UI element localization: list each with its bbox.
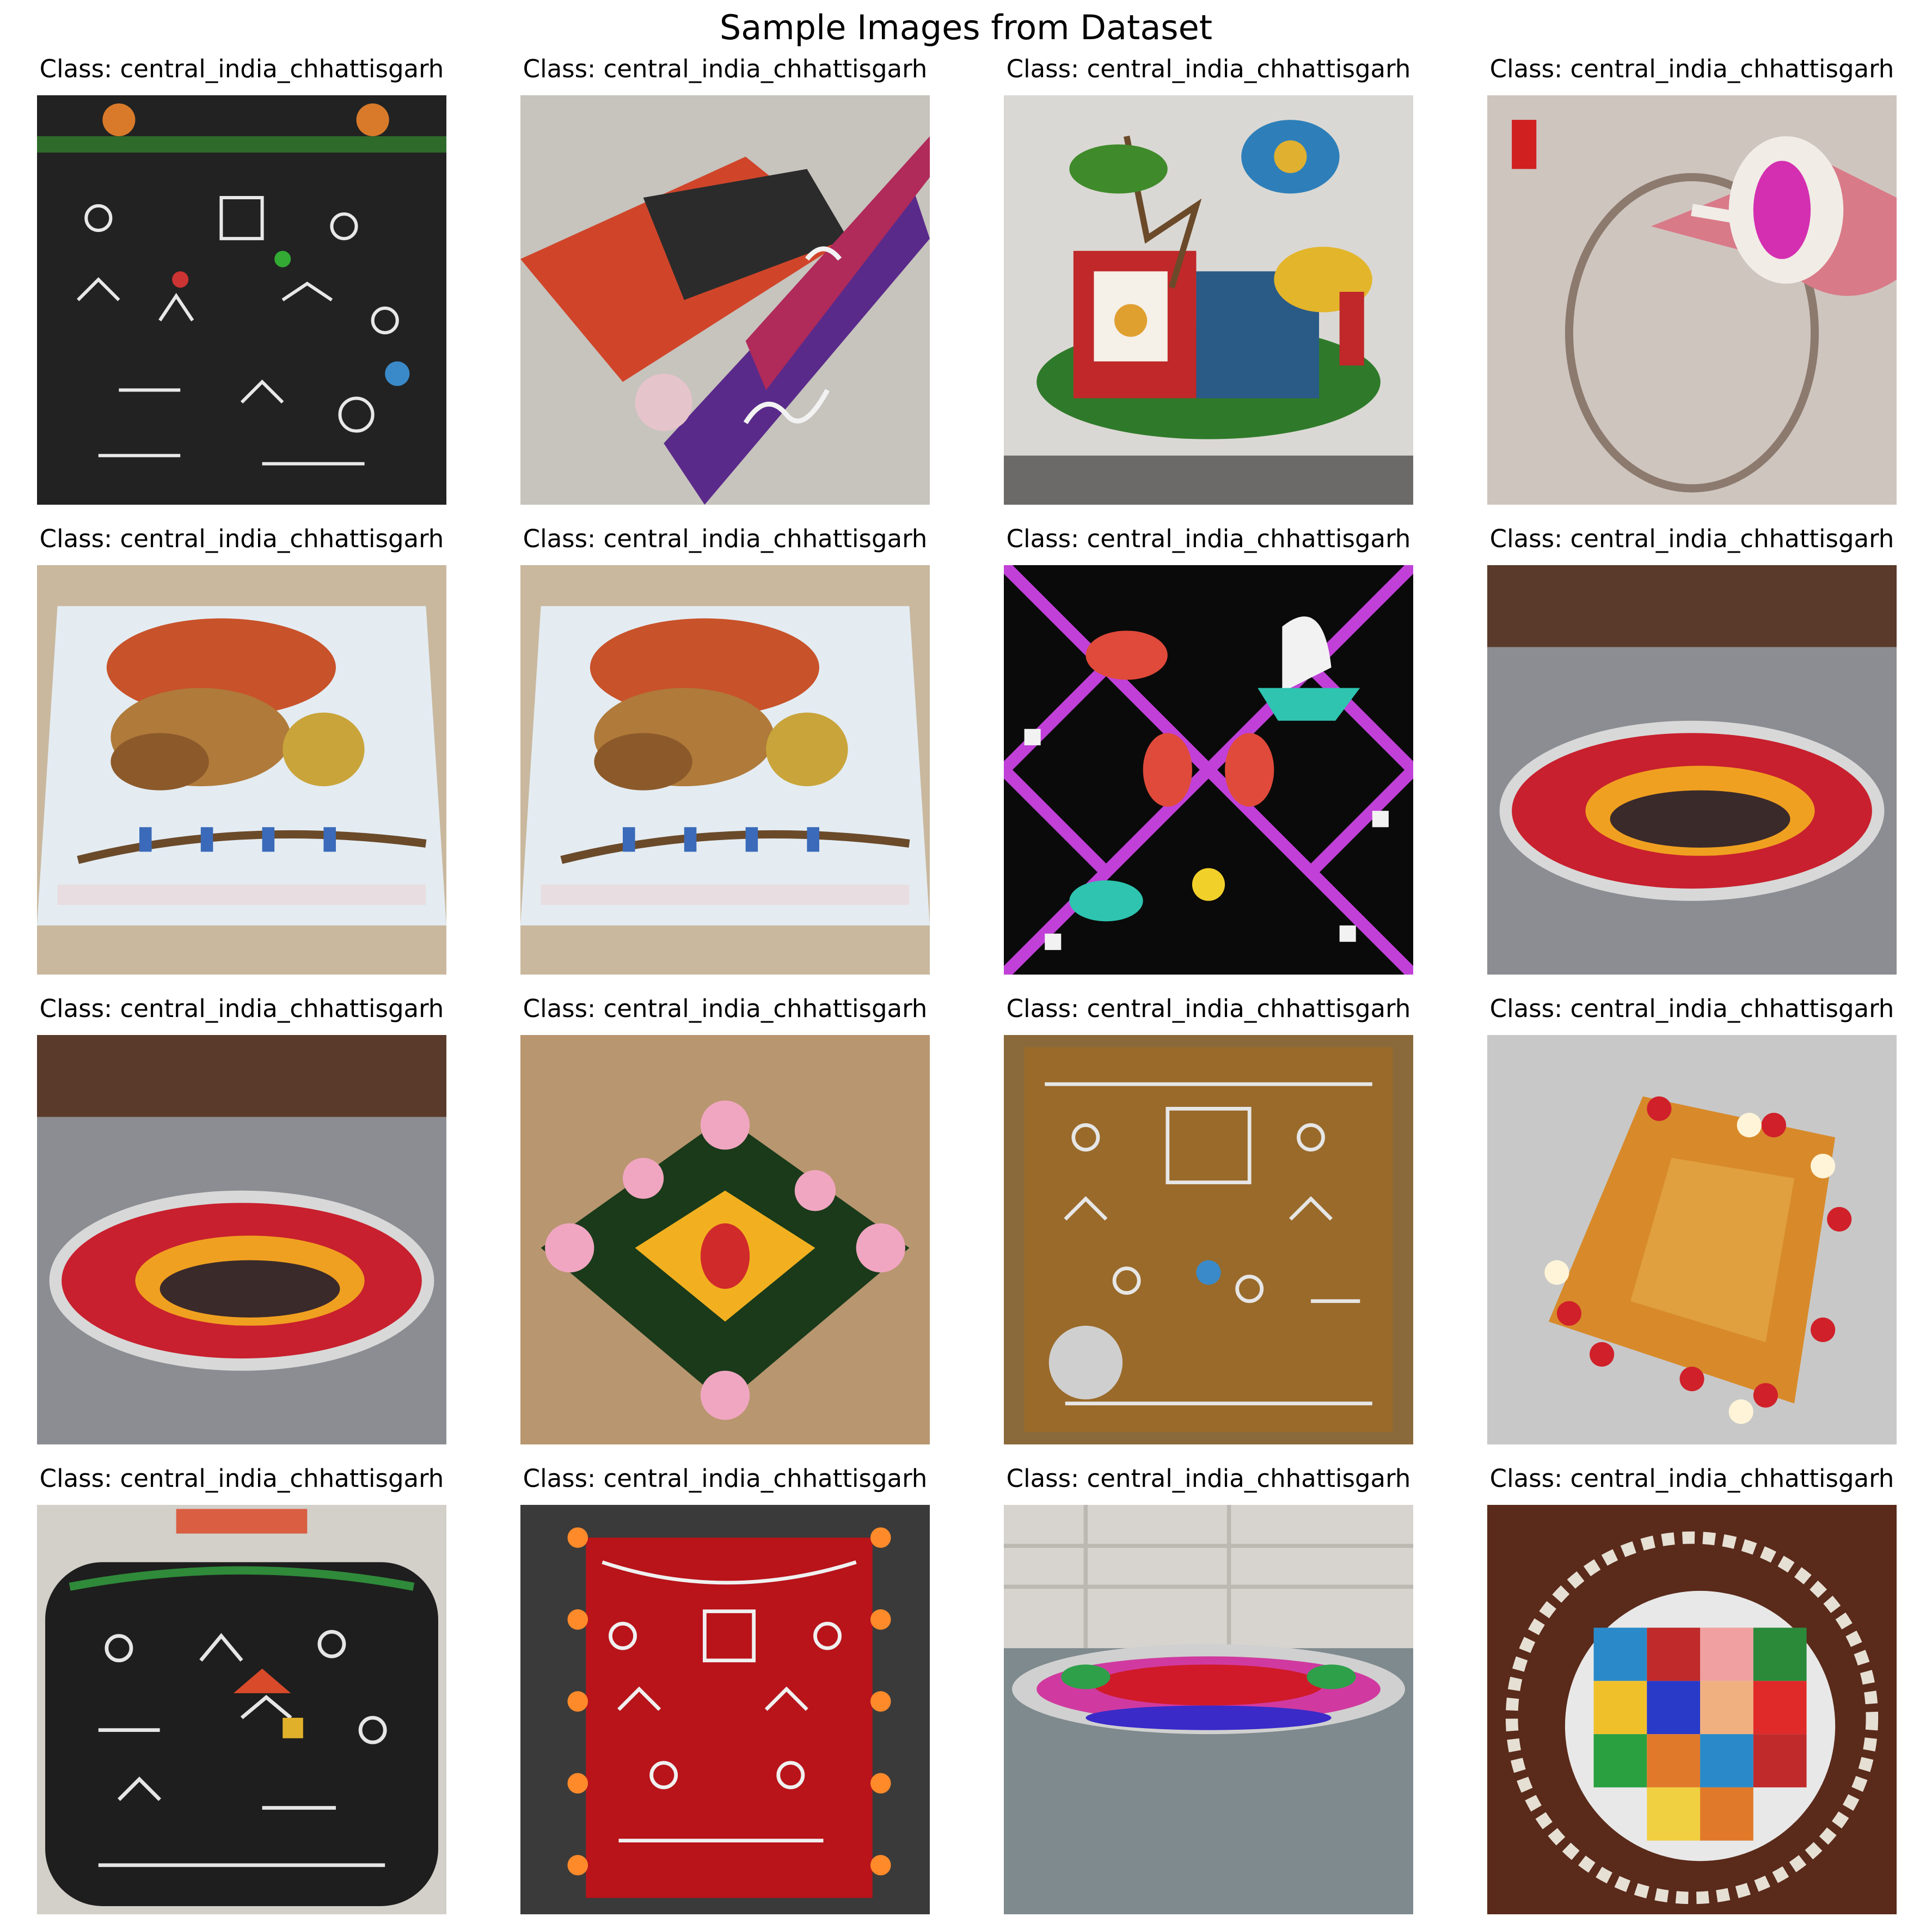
sample-image-2	[520, 95, 930, 505]
sample-image-1	[37, 95, 446, 505]
sample-image-11	[1004, 1035, 1413, 1444]
sample-image-3	[1004, 95, 1413, 505]
sample-image-16	[1487, 1505, 1897, 1914]
panel-label: Class: central_india_chhattisgarh	[39, 1464, 444, 1493]
sample-image-7	[1004, 565, 1413, 975]
sample-image-5	[37, 565, 446, 975]
panel-label: Class: central_india_chhattisgarh	[523, 994, 928, 1023]
panel-label: Class: central_india_chhattisgarh	[1489, 1464, 1894, 1493]
panel-label: Class: central_india_chhattisgarh	[1489, 524, 1894, 553]
image-grid: Class: central_india_chhattisgarh Class:…	[0, 0, 1932, 1929]
sample-image-6	[520, 565, 930, 975]
sample-image-9	[37, 1035, 446, 1444]
sample-image-14	[520, 1505, 930, 1914]
sample-image-15	[1004, 1505, 1413, 1914]
panel-label: Class: central_india_chhattisgarh	[39, 524, 444, 553]
sample-image-4	[1487, 95, 1897, 505]
panel-label: Class: central_india_chhattisgarh	[1489, 54, 1894, 83]
panel-label: Class: central_india_chhattisgarh	[1006, 994, 1411, 1023]
panel-label: Class: central_india_chhattisgarh	[39, 54, 444, 83]
panel-label: Class: central_india_chhattisgarh	[523, 524, 928, 553]
panel-label: Class: central_india_chhattisgarh	[1489, 994, 1894, 1023]
sample-image-10	[520, 1035, 930, 1444]
panel-label: Class: central_india_chhattisgarh	[1006, 54, 1411, 83]
panel-label: Class: central_india_chhattisgarh	[523, 1464, 928, 1493]
panel-label: Class: central_india_chhattisgarh	[523, 54, 928, 83]
panel-label: Class: central_india_chhattisgarh	[1006, 524, 1411, 553]
sample-image-8	[1487, 565, 1897, 975]
panel-label: Class: central_india_chhattisgarh	[39, 994, 444, 1023]
sample-image-13	[37, 1505, 446, 1914]
sample-image-12	[1487, 1035, 1897, 1444]
panel-label: Class: central_india_chhattisgarh	[1006, 1464, 1411, 1493]
